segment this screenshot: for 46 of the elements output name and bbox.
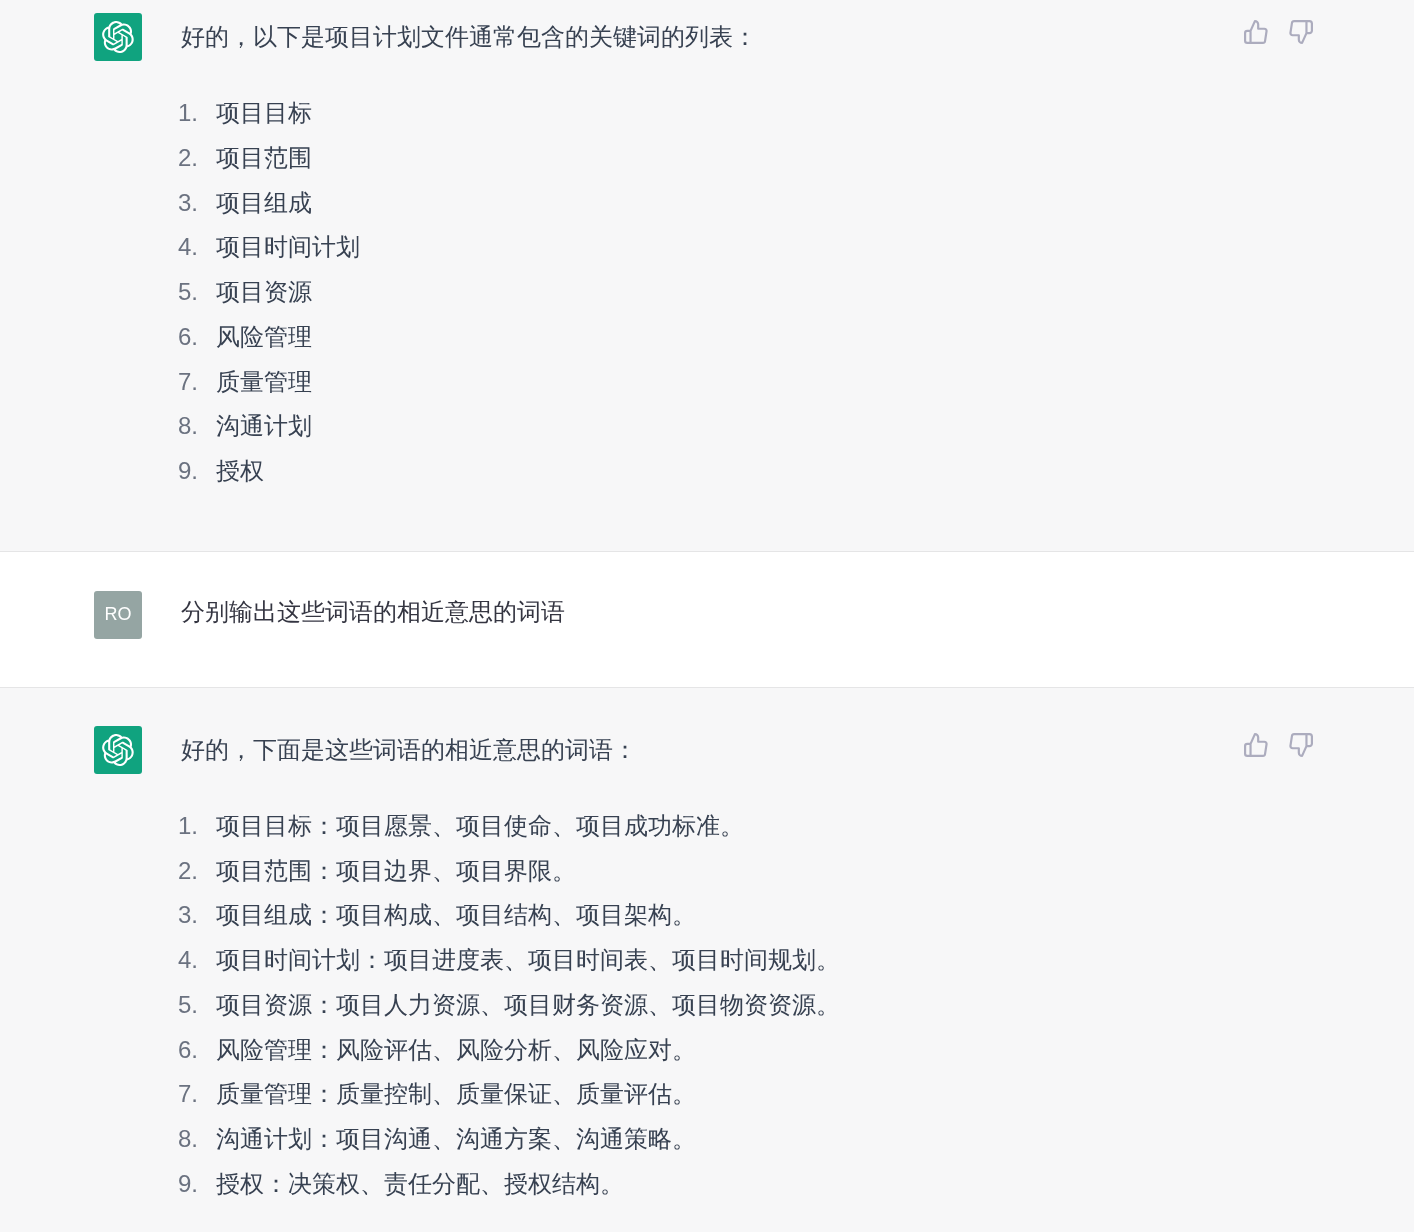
list-item-text: 项目范围: [216, 142, 312, 173]
list-number: 6.: [178, 1034, 199, 1065]
logo-icon: [94, 13, 142, 61]
list-item-text: 质量管理: [216, 366, 312, 397]
list-item-text: 项目资源：项目人力资源、项目财务资源、项目物资资源。: [216, 989, 840, 1020]
list-item-text: 沟通计划：项目沟通、沟通方案、沟通策略。: [216, 1124, 696, 1154]
list-number: 4.: [178, 945, 199, 975]
list-number: 9.: [178, 456, 199, 486]
list-number: 2.: [178, 142, 199, 173]
list-number: 2.: [178, 855, 199, 886]
list-item-text: 质量管理：质量控制、质量保证、质量评估。: [216, 1079, 696, 1110]
list-number: 1.: [178, 98, 199, 128]
thumbs-up-icon[interactable]: [1244, 20, 1268, 44]
list-number: 3.: [178, 187, 199, 218]
list-number: 7.: [178, 1079, 199, 1110]
list-number: 8.: [178, 411, 199, 442]
list-number: 4.: [178, 232, 199, 263]
message-text: 好的，以下是项目计划文件通常包含的关键词的列表：: [181, 22, 758, 52]
thumbs-down-icon[interactable]: [1289, 20, 1313, 44]
logo-icon: [94, 725, 142, 774]
list-item-text: 项目组成: [216, 187, 312, 218]
list-number: 9.: [178, 1168, 199, 1199]
list-item-text: 风险管理: [216, 321, 312, 352]
list-item-text: 授权：决策权、责任分配、授权结构。: [216, 1168, 624, 1199]
thumbs-up-icon[interactable]: [1244, 732, 1268, 757]
message-text: 好的，下面是这些词语的相近意思的词语：: [181, 734, 638, 765]
list-item-text: 项目目标: [216, 98, 312, 128]
list-number: 8.: [178, 1124, 199, 1154]
list-item-text: 项目范围：项目边界、项目界限。: [216, 855, 576, 886]
list-item-text: 项目资源: [216, 277, 312, 307]
list-number: 5.: [178, 277, 199, 307]
list-item-text: 授权: [216, 456, 264, 486]
user-avatar: RO: [94, 590, 142, 639]
list-item-text: 项目目标：项目愿景、项目使命、项目成功标准。: [216, 810, 744, 841]
list-item-text: 项目时间计划：项目进度表、项目时间表、项目时间规划。: [216, 945, 840, 975]
list-number: 6.: [178, 321, 199, 352]
list-item-text: 沟通计划: [216, 411, 312, 442]
list-number: 3.: [178, 900, 199, 931]
thumbs-down-icon[interactable]: [1289, 732, 1313, 757]
list-number: 7.: [178, 366, 199, 397]
list-number: 5.: [178, 989, 199, 1020]
list-item-text: 风险管理：风险评估、风险分析、风险应对。: [216, 1034, 696, 1065]
list-item-text: 项目组成：项目构成、项目结构、项目架构。: [216, 900, 696, 931]
list-number: 1.: [178, 810, 199, 841]
message-text: 分别输出这些词语的相近意思的词语: [181, 596, 566, 627]
list-item-text: 项目时间计划: [216, 232, 360, 263]
